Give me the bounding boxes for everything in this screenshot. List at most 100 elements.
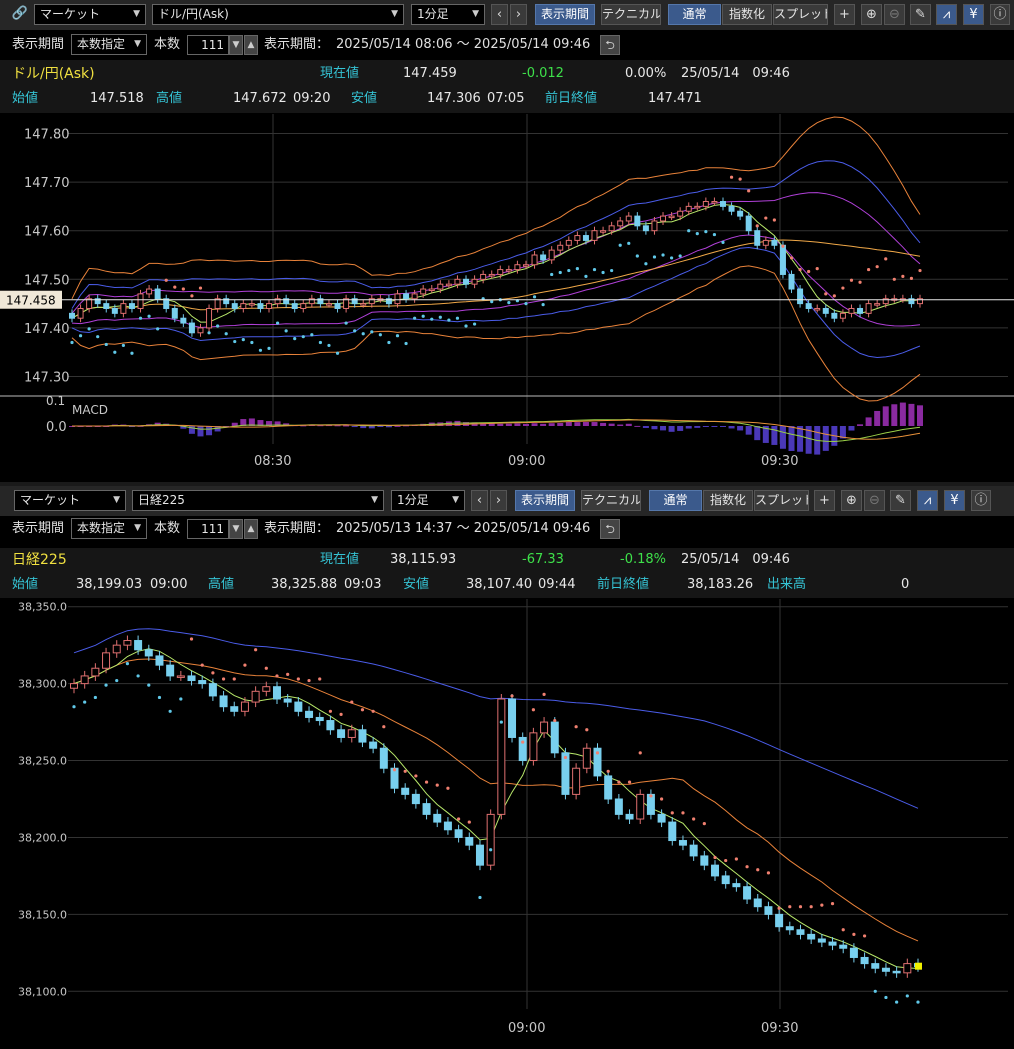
candle [871,963,880,969]
sar-dot [764,216,768,220]
technical-button[interactable]: テクニカル [601,4,661,25]
x-tick-label: 09:00 [508,454,545,469]
market-select[interactable]: マーケット ▼ [14,490,126,511]
zoom-out-icon[interactable]: ⊖ [864,490,885,511]
macd-histogram-bar [728,426,735,429]
symbol-select[interactable]: ドル/円(Ask) ▼ [152,4,404,25]
sar-dot [721,240,725,244]
x-tick-label: 08:30 [254,454,291,469]
spread-button[interactable]: スプレッド [754,490,809,511]
zoom-in-icon[interactable]: ⊕ [841,490,862,511]
candle [814,307,821,311]
range-mode-select[interactable]: 本数指定 ▼ [71,34,147,55]
candle [437,283,444,290]
candle [198,680,207,685]
pencil-icon[interactable]: ✎ [890,490,911,511]
candle [197,327,204,334]
market-select[interactable]: マーケット ▼ [34,4,146,25]
reset-button[interactable]: ⮌ [600,35,620,55]
yen-icon[interactable]: ¥ [963,4,984,25]
display-period-button[interactable]: 表示期間 [515,490,575,511]
candle [522,264,529,267]
candle [411,793,420,805]
candle [176,675,185,678]
current-label: 現在値 [320,66,360,81]
crosshair-icon[interactable]: + [834,4,855,25]
candle [785,926,794,931]
period-select[interactable]: 1分足 ▼ [391,490,465,511]
sar-dot [669,256,674,260]
change-pct: 0.00% [625,66,667,81]
candle [166,664,175,677]
count-down-button[interactable]: ▼ [229,519,243,539]
zoom-in-icon[interactable]: ⊕ [861,4,882,25]
prev-button[interactable]: ‹ [471,490,488,511]
macd-histogram-bar [531,423,538,426]
candle [305,710,314,718]
sar-dot [113,350,117,354]
usdjpy-chart[interactable]: 147.80 147.70 147.60 147.50 147.40 147.30 147.… [0,114,1014,482]
macd-histogram-bar [908,403,915,426]
count-up-button[interactable]: ▲ [244,35,258,55]
candle [206,307,213,329]
candle [711,201,718,204]
sar-dot [430,317,434,321]
prev-close-label: 前日終値 [597,577,650,592]
candle [300,303,307,309]
volume-value: 0 [901,577,910,592]
sar-dot [371,709,375,713]
index-button[interactable]: 指数化 [703,490,753,511]
display-period-button[interactable]: 表示期間 [535,4,595,25]
period-value: 2025/05/13 14:37 〜 2025/05/14 09:46 [336,521,591,536]
range-mode-select[interactable]: 本数指定 ▼ [71,518,147,539]
technical-button[interactable]: テクニカル [581,490,641,511]
next-button[interactable]: › [490,490,507,511]
chart-wave-icon[interactable]: ⩘ [917,490,938,511]
sar-dot [200,663,204,667]
sar-dot [198,286,203,290]
count-down-button[interactable]: ▼ [229,35,243,55]
next-button[interactable]: › [510,4,527,25]
macd-histogram-bar [574,422,581,426]
count-input[interactable]: 111 [187,35,229,55]
sar-dot [207,331,211,335]
count-up-button[interactable]: ▲ [244,519,258,539]
sar-dot [781,244,785,248]
yen-icon[interactable]: ¥ [944,490,965,511]
info-icon[interactable]: ⓘ [971,490,991,511]
y-tick-label: 147.70 [24,176,70,191]
low-time: 09:44 [538,577,576,592]
index-button[interactable]: 指数化 [722,4,772,25]
sar-dot [83,700,87,704]
period-select[interactable]: 1分足 ▼ [411,4,485,25]
candle [540,721,549,734]
sar-dot [542,692,546,696]
x-tick-label: 09:30 [761,454,798,469]
spread-button[interactable]: スプレッド [773,4,828,25]
candle [881,967,890,972]
candle [123,640,132,646]
link-icon[interactable]: 🔗 [10,4,30,25]
low-label: 安値 [403,577,430,592]
pencil-icon[interactable]: ✎ [910,4,931,25]
info-icon[interactable]: ⓘ [990,4,1010,25]
count-input[interactable]: 111 [187,519,229,539]
low-value: 38,107.40 [466,577,533,592]
prev-button[interactable]: ‹ [491,4,508,25]
sar-dot [772,218,776,222]
zoom-out-icon[interactable]: ⊖ [884,4,905,25]
reset-button[interactable]: ⮌ [600,519,620,539]
sar-dot [157,695,162,700]
nikkei-chart[interactable]: 38,350.0 38,300.0 38,250.0 38,200.0 38,150.0… [0,599,1014,1049]
sar-dot [87,327,91,331]
candle [797,288,804,305]
crosshair-icon[interactable]: + [814,490,835,511]
sar-dot [553,718,557,723]
chart-wave-icon[interactable]: ⩘ [936,4,957,25]
candle [574,235,581,241]
normal-button[interactable]: 通常 [649,490,702,511]
symbol-select[interactable]: 日経225 ▼ [132,490,384,511]
sar-dot [455,316,460,320]
normal-button[interactable]: 通常 [668,4,721,25]
sar-dot [104,342,108,347]
